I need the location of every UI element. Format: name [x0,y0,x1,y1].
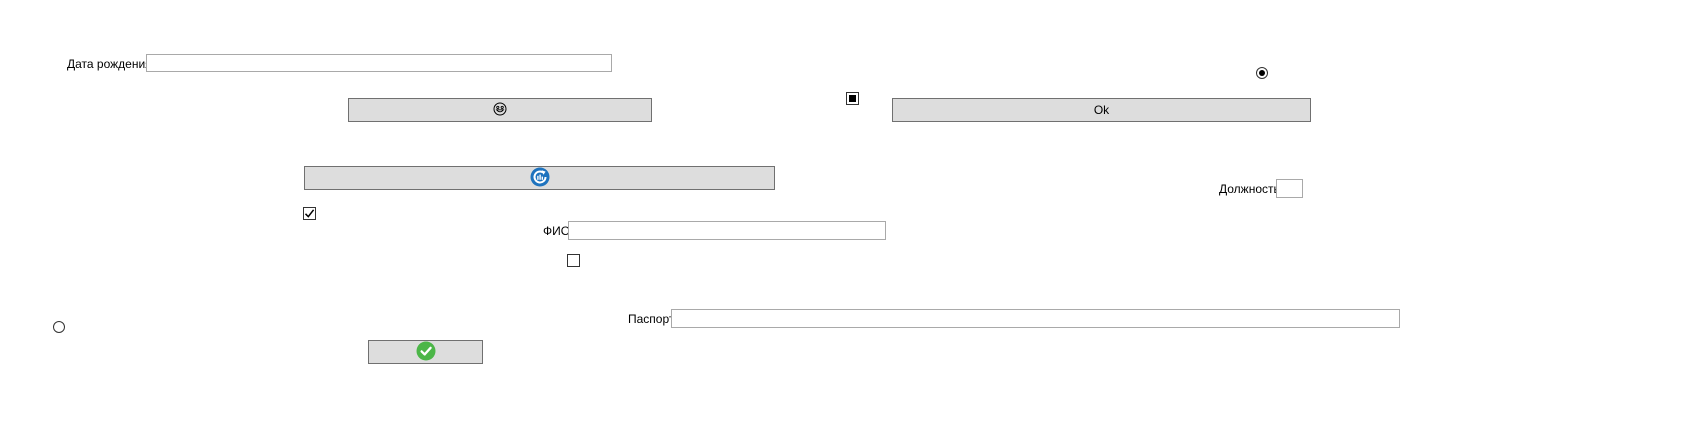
checkmark-icon [304,209,315,218]
position-input[interactable] [1276,179,1303,198]
emoji-face-icon [493,102,507,119]
fio-label: ФИО [543,224,571,238]
emoji-button[interactable] [348,98,652,122]
passport-label: Паспорт [628,312,675,326]
passport-input[interactable] [671,309,1400,328]
position-label: Должность [1219,182,1280,196]
confirm-button[interactable] [368,340,483,364]
checkmark-icon [416,341,436,364]
radio-button-unselected[interactable] [53,321,65,333]
birth-date-input[interactable] [146,54,612,72]
birth-date-label: Дата рождения [67,57,152,71]
checkbox-unchecked[interactable] [567,254,580,267]
ok-button[interactable]: Ok [892,98,1311,122]
checkbox-indeterminate[interactable] [846,92,859,105]
refresh-icon [530,167,550,190]
radio-dot-icon [1259,70,1265,76]
indeterminate-square-icon [849,95,856,102]
checkbox-checked[interactable] [303,207,316,220]
fio-input[interactable] [568,221,886,240]
radio-button-selected[interactable] [1256,67,1268,79]
refresh-button[interactable] [304,166,775,190]
